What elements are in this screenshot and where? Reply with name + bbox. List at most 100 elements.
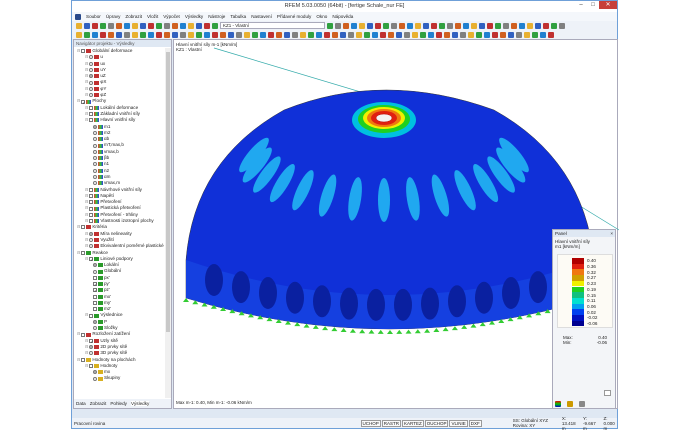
menu-item[interactable]: Výpočet	[163, 14, 180, 19]
toolbar-icon[interactable]	[132, 31, 138, 38]
toolbar-icon[interactable]	[508, 31, 514, 38]
filter-icon[interactable]	[579, 401, 585, 407]
toolbar-icon[interactable]	[415, 22, 421, 29]
menu-item[interactable]: Nástroje	[208, 14, 225, 19]
toolbar-icon[interactable]	[164, 22, 170, 29]
toolbar-icon[interactable]	[484, 31, 490, 38]
toolbar-icon[interactable]	[543, 22, 549, 29]
toolbar-icon[interactable]	[471, 22, 477, 29]
toolbar-icon[interactable]	[431, 22, 437, 29]
checkbox[interactable]: ✓	[89, 256, 94, 261]
checkbox[interactable]	[89, 118, 94, 123]
toolbar-icon[interactable]	[292, 31, 298, 38]
toolbar-icon[interactable]	[84, 31, 90, 38]
radio-button[interactable]	[89, 351, 94, 356]
toolbar-icon[interactable]	[268, 31, 274, 38]
minimize-button[interactable]: –	[575, 1, 587, 9]
toolbar-icon[interactable]	[351, 22, 357, 29]
toolbar-icon[interactable]	[316, 31, 322, 38]
toolbar-icon[interactable]	[551, 22, 557, 29]
toolbar-icon[interactable]	[343, 22, 349, 29]
toolbar-icon[interactable]	[380, 31, 386, 38]
checkbox[interactable]: ✓	[81, 99, 86, 104]
checkbox[interactable]	[81, 357, 86, 362]
checkbox[interactable]	[81, 332, 86, 337]
checkbox[interactable]	[81, 225, 86, 230]
toolbar-icon[interactable]	[92, 22, 98, 29]
toolbar-icon[interactable]	[172, 31, 178, 38]
toolbar-icon[interactable]	[156, 22, 162, 29]
tree-item[interactable]: ⊟ Vlastnosti izotropní plochy	[74, 218, 165, 224]
toolbar-icon[interactable]	[196, 31, 202, 38]
expand-icon[interactable]: ⊟	[85, 350, 88, 356]
navigator-tab[interactable]: Data	[76, 401, 86, 406]
navigator-tab[interactable]: Výsledky	[130, 401, 150, 406]
toolbar-icon[interactable]	[404, 31, 410, 38]
toolbar-icon[interactable]	[367, 22, 373, 29]
checkbox[interactable]	[89, 219, 94, 224]
toolbar-icon[interactable]	[92, 31, 98, 38]
radio-button[interactable]	[89, 61, 94, 66]
expand-icon[interactable]: ⊟	[85, 218, 88, 224]
toolbar-icon[interactable]	[140, 31, 146, 38]
toolbar-icon[interactable]	[204, 22, 210, 29]
toolbar-icon[interactable]	[532, 31, 538, 38]
radio-button[interactable]	[93, 168, 97, 173]
menu-item[interactable]: Soubor	[86, 14, 101, 19]
toolbar-icon[interactable]	[172, 22, 178, 29]
toolbar-icon[interactable]	[124, 31, 130, 38]
radio-button[interactable]	[93, 181, 97, 186]
toolbar-icon[interactable]	[468, 31, 474, 38]
toolbar-icon[interactable]	[372, 31, 378, 38]
toolbar-icon[interactable]	[148, 22, 154, 29]
radio-button[interactable]	[93, 175, 97, 180]
checkbox[interactable]: ✓	[93, 282, 97, 287]
status-toggle-uchop[interactable]: UCHOP	[360, 419, 381, 427]
toolbar-icon[interactable]	[479, 22, 485, 29]
menu-item[interactable]: Tabulka	[230, 14, 246, 19]
toolbar-icon[interactable]	[204, 31, 210, 38]
radio-button[interactable]	[93, 370, 97, 375]
toolbar-icon[interactable]	[455, 22, 461, 29]
toolbar-icon[interactable]	[503, 22, 509, 29]
radio-button[interactable]	[93, 143, 97, 148]
radio-button[interactable]	[93, 263, 97, 268]
toolbar-icon[interactable]	[359, 22, 365, 29]
toolbar-icon[interactable]	[447, 22, 453, 29]
toolbar-icon[interactable]	[308, 31, 314, 38]
toolbar-icon[interactable]	[356, 31, 362, 38]
toolbar-icon[interactable]	[407, 22, 413, 29]
radio-button[interactable]	[93, 131, 97, 135]
radio-button[interactable]	[89, 55, 94, 60]
toolbar-icon[interactable]	[228, 31, 234, 38]
toolbar-icon[interactable]	[383, 22, 389, 29]
toolbar-icon[interactable]	[340, 31, 346, 38]
status-toggle-ouchop[interactable]: OUCHOP	[424, 419, 449, 427]
toolbar-icon[interactable]	[140, 22, 146, 29]
checkbox[interactable]	[89, 112, 94, 117]
toolbar-icon[interactable]	[148, 31, 154, 38]
expand-icon[interactable]: ⊟	[77, 224, 80, 230]
toolbar-icon[interactable]	[452, 31, 458, 38]
toolbar-icon[interactable]	[212, 31, 218, 38]
toolbar-icon[interactable]	[108, 31, 114, 38]
toolbar-icon[interactable]	[436, 31, 442, 38]
radio-button[interactable]	[93, 319, 97, 324]
toolbar-icon[interactable]	[327, 22, 333, 29]
toolbar-icon[interactable]	[116, 31, 122, 38]
toolbar-icon[interactable]	[364, 31, 370, 38]
radio-button[interactable]	[89, 231, 94, 236]
navigator-scrollbar[interactable]	[165, 48, 171, 398]
checkbox[interactable]	[89, 212, 94, 217]
tree-item[interactable]: Skupiny	[74, 375, 165, 381]
checkbox[interactable]	[93, 294, 97, 299]
toolbar-icon[interactable]	[116, 22, 122, 29]
toolbar-icon[interactable]	[300, 31, 306, 38]
checkbox[interactable]	[89, 200, 94, 205]
toolbar-icon[interactable]	[196, 22, 202, 29]
toolbar-icon[interactable]	[476, 31, 482, 38]
radio-button[interactable]	[93, 326, 97, 331]
expand-icon[interactable]: ⊟	[85, 243, 88, 249]
toolbar-icon[interactable]	[84, 22, 90, 29]
toolbar-icon[interactable]	[236, 31, 242, 38]
